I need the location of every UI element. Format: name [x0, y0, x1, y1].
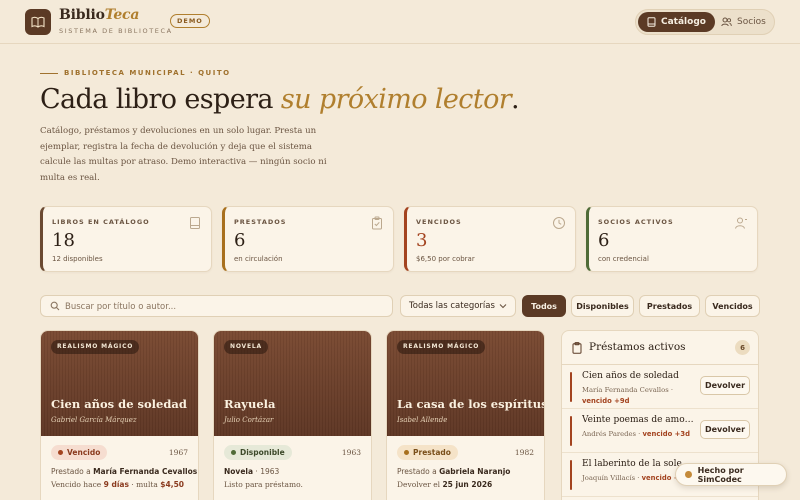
filter-vencidos-chip[interactable]: Vencidos: [705, 295, 760, 317]
loans-header: Préstamos activos 6: [562, 331, 758, 365]
status-badge: Vencido: [51, 445, 108, 460]
brand-dot: [685, 471, 692, 478]
nav-catalogo-label: Catálogo: [661, 17, 706, 27]
stat-value: 3: [416, 230, 428, 251]
category-select-value: Todas las categorías: [409, 301, 495, 311]
main-nav: Catálogo Socios: [635, 9, 775, 35]
book-author: Isabel Allende: [397, 416, 448, 424]
stat-sub: en circulación: [234, 255, 283, 263]
book-title: La casa de los espíritus: [397, 397, 545, 411]
search-input[interactable]: [65, 299, 385, 314]
search-box: [40, 295, 393, 317]
stat-value: 18: [52, 230, 75, 251]
stat-value: 6: [234, 230, 246, 251]
book-loan-info: Prestado a María Fernanda Cevallos: [51, 467, 198, 476]
stat-label: SOCIOS ACTIVOS: [598, 218, 674, 226]
book-due-info: Devolver el 25 jun 2026: [397, 480, 493, 489]
overdue-indicator: [570, 372, 572, 402]
overdue-indicator: [570, 416, 572, 446]
user-icon: [735, 217, 747, 229]
eyebrow-line: [40, 72, 58, 74]
book-due-info: Vencido hace 9 días · multa $4,50: [51, 480, 185, 489]
return-button[interactable]: Devolver: [700, 420, 750, 439]
genre-tag: NOVELA: [224, 340, 268, 354]
book-cover: REALISMO MÁGICO La casa de los espíritus…: [387, 331, 545, 436]
loan-book-title: Cien años de soledad: [582, 371, 679, 381]
book-year: 1982: [514, 448, 534, 457]
loans-count-badge: 6: [735, 340, 750, 355]
loan-meta: Andrés Paredes · vencido +3d: [582, 430, 690, 438]
stat-sub: 12 disponibles: [52, 255, 103, 263]
chevron-down-icon: [499, 304, 507, 309]
hero-description: Catálogo, préstamos y devoluciones en un…: [40, 126, 327, 183]
status-badge: Prestado: [397, 445, 458, 460]
stat-card-prestados: PRESTADOS 6 en circulación: [222, 206, 394, 272]
overdue-indicator: [570, 460, 572, 490]
clipboard-icon: [372, 216, 382, 230]
status-dot: [231, 450, 236, 455]
status-dot: [404, 450, 409, 455]
search-icon: [50, 301, 60, 311]
nav-socios-button[interactable]: Socios: [712, 12, 775, 32]
book-author: Julio Cortázar: [224, 416, 274, 424]
book-card[interactable]: REALISMO MÁGICO La casa de los espíritus…: [386, 330, 545, 500]
stat-card-vencidos: VENCIDOS 3 $6,50 por cobrar: [404, 206, 576, 272]
stat-label: VENCIDOS: [416, 218, 462, 226]
brand-name: BiblioTeca: [59, 7, 140, 23]
book-author: Gabriel García Márquez: [51, 416, 137, 424]
book-card[interactable]: NOVELA Rayuela Julio Cortázar Disponible…: [213, 330, 372, 500]
nav-socios-label: Socios: [737, 17, 766, 27]
stat-card-libros: LIBROS EN CATÁLOGO 18 12 disponibles: [40, 206, 212, 272]
users-icon: [721, 17, 732, 27]
stat-label: PRESTADOS: [234, 218, 287, 226]
hero-title: Cada libro espera su próximo lector.: [40, 84, 520, 115]
logo[interactable]: [25, 9, 51, 35]
stat-sub: $6,50 por cobrar: [416, 255, 475, 263]
book-year: 1963: [341, 448, 361, 457]
book-category-info: Novela · 1963: [224, 467, 280, 476]
filter-disponibles-chip[interactable]: Disponibles: [571, 295, 634, 317]
book-cover: REALISMO MÁGICO Cien años de soledad Gab…: [41, 331, 198, 436]
book-loan-info: Prestado a Gabriela Naranjo: [397, 467, 511, 476]
loan-row: Veinte poemas de amor y una canción dese…: [562, 409, 758, 453]
book-year: 1967: [168, 448, 188, 457]
brand-subtitle: SISTEMA DE BIBLIOTECA: [59, 27, 173, 35]
book-availability-info: Listo para préstamo.: [224, 480, 303, 489]
stat-value: 6: [598, 230, 610, 251]
top-bar: BiblioTeca SISTEMA DE BIBLIOTECA DEMO Ca…: [0, 0, 800, 44]
stat-card-socios: SOCIOS ACTIVOS 6 con credencial: [586, 206, 758, 272]
genre-tag: REALISMO MÁGICO: [397, 340, 486, 354]
book-card[interactable]: REALISMO MÁGICO Cien años de soledad Gab…: [40, 330, 199, 500]
clipboard-icon: [572, 342, 582, 354]
book-icon: [190, 217, 200, 229]
book-title: Rayuela: [224, 397, 276, 411]
demo-badge: DEMO: [170, 14, 210, 28]
stat-label: LIBROS EN CATÁLOGO: [52, 218, 150, 226]
loans-title: Préstamos activos: [589, 341, 686, 353]
stat-sub: con credencial: [598, 255, 649, 263]
genre-tag: REALISMO MÁGICO: [51, 340, 140, 354]
loan-book-title: Veinte poemas de amor y una canción dese…: [582, 415, 694, 425]
filter-prestados-chip[interactable]: Prestados: [639, 295, 700, 317]
book-title: Cien años de soledad: [51, 397, 187, 411]
filter-todos-chip[interactable]: Todos: [522, 295, 566, 317]
made-with-badge[interactable]: Hecho por SimCodec: [675, 463, 787, 486]
status-badge: Disponible: [224, 445, 292, 460]
open-book-icon: [31, 16, 45, 28]
nav-catalogo-button[interactable]: Catálogo: [638, 12, 715, 32]
book-icon: [647, 17, 656, 27]
loan-row: Cien años de soledad María Fernanda Ceva…: [562, 365, 758, 409]
book-cover: NOVELA Rayuela Julio Cortázar: [214, 331, 371, 436]
hero-eyebrow: BIBLIOTECA MUNICIPAL · QUITO: [40, 69, 231, 77]
category-select[interactable]: Todas las categorías: [400, 295, 516, 317]
status-dot: [58, 450, 63, 455]
clock-icon: [553, 217, 565, 229]
loan-meta: María Fernanda Cevallos · vencido +9d: [582, 386, 673, 405]
return-button[interactable]: Devolver: [700, 376, 750, 395]
